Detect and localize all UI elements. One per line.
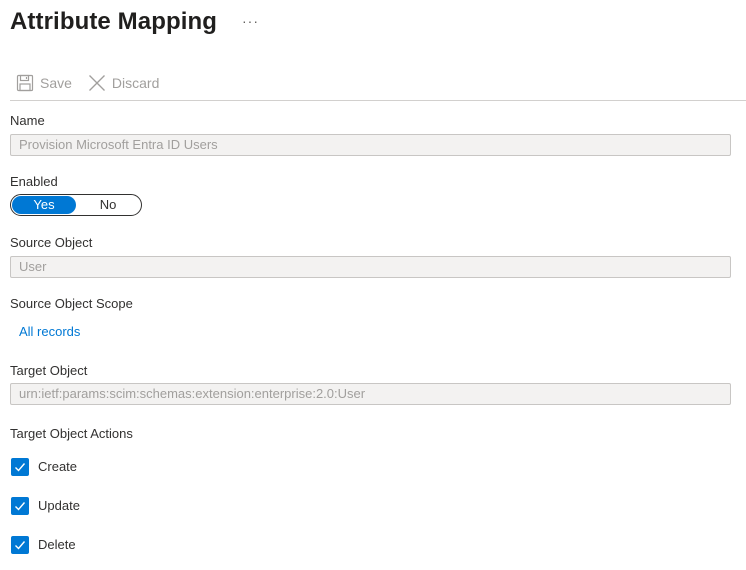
save-icon — [16, 74, 34, 92]
close-icon — [88, 74, 106, 92]
delete-label: Delete — [38, 537, 76, 552]
checkmark-icon — [15, 541, 26, 550]
page-title: Attribute Mapping — [10, 8, 218, 35]
name-label: Name — [10, 113, 45, 128]
discard-button[interactable]: Discard — [88, 74, 159, 92]
command-bar: Save Discard — [10, 70, 175, 96]
name-field[interactable]: Provision Microsoft Entra ID Users — [10, 134, 731, 156]
enabled-toggle: Yes No — [10, 194, 142, 216]
update-checkbox[interactable] — [11, 497, 29, 515]
source-object-scope-label: Source Object Scope — [10, 296, 133, 311]
target-object-field[interactable]: urn:ietf:params:scim:schemas:extension:e… — [10, 383, 731, 405]
target-object-actions-label: Target Object Actions — [10, 426, 133, 441]
delete-checkbox[interactable] — [11, 536, 29, 554]
save-label: Save — [40, 75, 72, 91]
toolbar-divider — [10, 100, 746, 101]
update-checkbox-row[interactable]: Update — [11, 497, 80, 515]
source-object-field[interactable]: User — [10, 256, 731, 278]
checkmark-icon — [15, 502, 26, 511]
create-checkbox-row[interactable]: Create — [11, 458, 77, 476]
create-checkbox[interactable] — [11, 458, 29, 476]
attribute-mapping-page: Attribute Mapping ··· Save Discard Name … — [0, 0, 746, 570]
enabled-no-option[interactable]: No — [76, 196, 140, 214]
source-object-label: Source Object — [10, 235, 93, 250]
all-records-link[interactable]: All records — [19, 324, 80, 340]
enabled-label: Enabled — [10, 174, 58, 189]
save-button[interactable]: Save — [10, 74, 72, 92]
checkmark-icon — [15, 463, 26, 472]
enabled-yes-option[interactable]: Yes — [12, 196, 76, 214]
more-options-button[interactable]: ··· — [242, 13, 259, 29]
target-object-label: Target Object — [10, 363, 88, 378]
create-label: Create — [38, 459, 78, 474]
update-label: Update — [38, 498, 80, 513]
delete-checkbox-row[interactable]: Delete — [11, 536, 76, 554]
discard-label: Discard — [111, 75, 160, 91]
